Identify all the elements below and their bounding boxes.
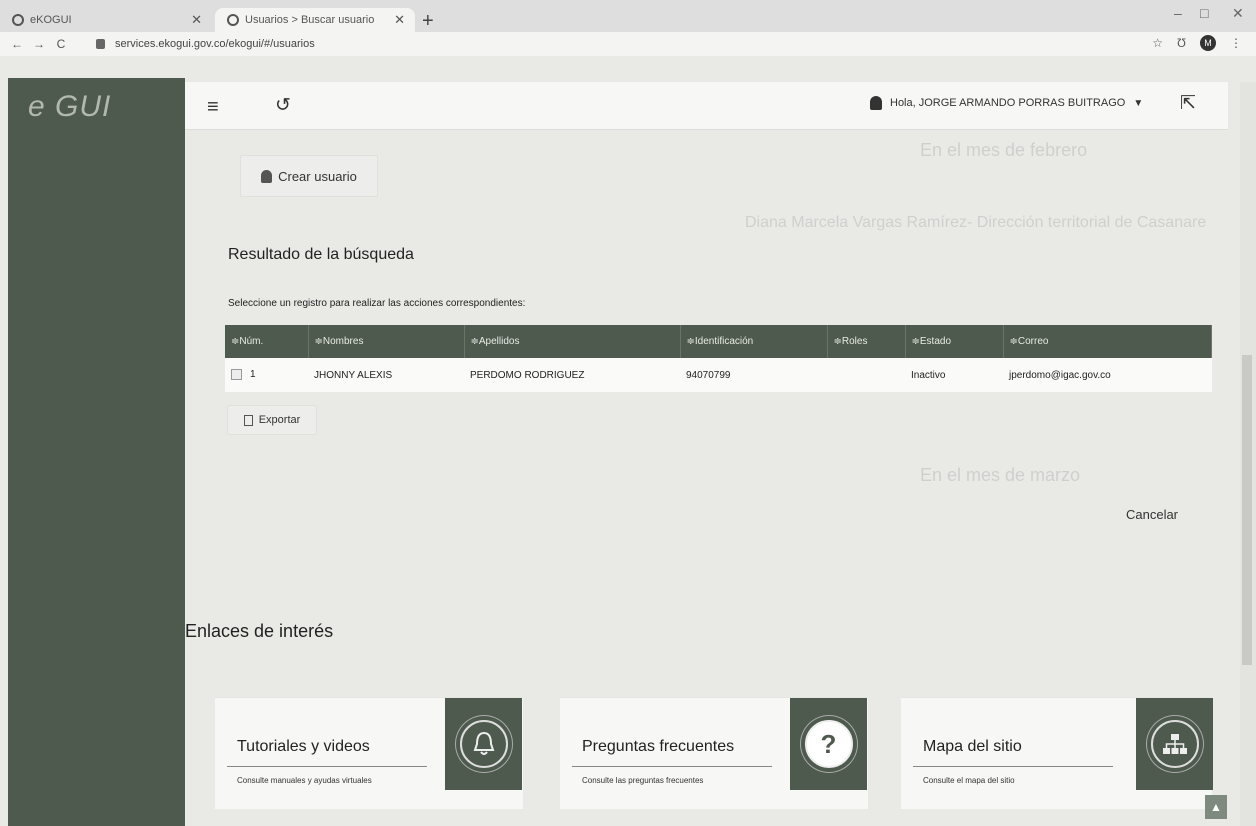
results-table: ≑Núm. ≑Nombres ≑Apellidos ≑Identificació… xyxy=(225,325,1212,392)
address-bar: ← → C services.ekogui.gov.co/ekogui/#/us… xyxy=(0,32,1256,56)
app-header: ≡ ↺ Hola, JORGE ARMANDO PORRAS BUITRAGO … xyxy=(185,82,1228,130)
profile-avatar[interactable]: M xyxy=(1200,35,1216,51)
question-icon: ? xyxy=(804,720,853,768)
card-divider xyxy=(572,766,772,767)
forward-icon[interactable]: → xyxy=(28,37,50,51)
close-tab-icon[interactable]: ✕ xyxy=(191,12,202,28)
cell-roles xyxy=(827,358,905,392)
results-instruction: Seleccione un registro para realizar las… xyxy=(228,298,526,309)
hamburger-menu-icon[interactable]: ≡ xyxy=(207,96,219,119)
export-button[interactable]: Exportar xyxy=(227,405,317,435)
user-menu[interactable]: Hola, JORGE ARMANDO PORRAS BUITRAGO ▼ xyxy=(870,96,1143,110)
background-text: En el mes de febrero xyxy=(920,140,1088,160)
minimize-icon[interactable]: – xyxy=(1174,5,1182,21)
close-tab-icon[interactable]: ✕ xyxy=(394,12,405,28)
create-user-label: Crear usuario xyxy=(278,168,357,184)
document-icon xyxy=(243,414,253,426)
browser-tab-usuarios[interactable]: Usuarios > Buscar usuario ✕ xyxy=(215,8,415,32)
card-description: Consulte manuales y ayudas virtuales xyxy=(237,776,372,785)
maximize-icon[interactable]: □ xyxy=(1200,5,1208,21)
column-header-identificacion[interactable]: ≑Identificación xyxy=(680,325,828,358)
card-icon-tile[interactable]: ? xyxy=(790,698,867,790)
card-title: Preguntas frecuentes xyxy=(582,738,735,755)
cell-identificacion: 94070799 xyxy=(680,358,827,392)
url-field[interactable]: services.ekogui.gov.co/ekogui/#/usuarios xyxy=(115,38,315,50)
link-card-preguntas[interactable]: Preguntas frecuentes Consulte las pregun… xyxy=(560,697,868,809)
card-icon-tile[interactable] xyxy=(445,698,522,790)
card-icon-tile[interactable] xyxy=(1136,698,1213,790)
card-description: Consulte el mapa del sitio xyxy=(923,776,1015,785)
app-logo: e GUI xyxy=(28,90,112,123)
column-header-roles[interactable]: ≑Roles xyxy=(827,325,906,358)
column-header-correo[interactable]: ≑Correo xyxy=(1003,325,1212,358)
more-menu-icon[interactable]: ⋮ xyxy=(1230,36,1242,50)
globe-icon xyxy=(12,14,24,26)
sidebar: e GUI xyxy=(8,78,185,826)
extension-icon[interactable]: Ʊ xyxy=(1177,36,1186,50)
cell-nombres: JHONNY ALEXIS xyxy=(308,358,464,392)
bell-icon xyxy=(459,720,508,768)
cell-apellidos: PERDOMO RODRIGUEZ xyxy=(464,358,680,392)
scrollbar-thumb[interactable] xyxy=(1242,355,1252,665)
results-heading: Resultado de la búsqueda xyxy=(228,246,414,263)
star-icon[interactable]: ☆ xyxy=(1152,36,1163,50)
table-header-row: ≑Núm. ≑Nombres ≑Apellidos ≑Identificació… xyxy=(225,325,1212,358)
column-header-num[interactable]: ≑Núm. xyxy=(225,325,309,358)
scroll-to-top-button[interactable]: ▲ xyxy=(1205,795,1227,819)
reload-icon[interactable]: C xyxy=(50,37,72,51)
create-user-button[interactable]: Crear usuario xyxy=(240,155,378,197)
new-tab-button[interactable]: + xyxy=(422,10,434,33)
chevron-up-icon: ▲ xyxy=(1210,800,1222,814)
table-row[interactable]: 1 JHONNY ALEXIS PERDOMO RODRIGUEZ 940707… xyxy=(225,358,1212,392)
cell-estado: Inactivo xyxy=(905,358,1003,392)
links-heading: Enlaces de interés xyxy=(185,621,334,641)
chevron-down-icon: ▼ xyxy=(1133,97,1144,109)
card-divider xyxy=(913,766,1113,767)
page-scrollbar[interactable] xyxy=(1240,82,1256,826)
browser-tab-strip: eKOGUI ✕ Usuarios > Buscar usuario ✕ + –… xyxy=(0,0,1256,32)
history-icon[interactable]: ↺ xyxy=(275,94,291,117)
card-divider xyxy=(227,766,427,767)
user-icon xyxy=(261,169,273,183)
back-icon[interactable]: ← xyxy=(6,37,28,51)
card-title: Tutoriales y videos xyxy=(237,738,370,755)
cell-correo: jperdomo@igac.gov.co xyxy=(1003,358,1212,392)
background-text: En el mes de marzo xyxy=(920,465,1081,485)
lock-icon xyxy=(96,39,105,49)
browser-tab-ekogui[interactable]: eKOGUI ✕ xyxy=(12,8,212,32)
link-card-mapa[interactable]: Mapa del sitio Consulte el mapa del siti… xyxy=(901,697,1213,809)
sitemap-icon xyxy=(1150,720,1199,768)
column-header-nombres[interactable]: ≑Nombres xyxy=(308,325,465,358)
row-checkbox[interactable] xyxy=(231,369,242,381)
link-card-tutoriales[interactable]: Tutoriales y videos Consulte manuales y … xyxy=(215,697,523,809)
browser-tab-title: eKOGUI xyxy=(30,14,72,26)
row-number: 1 xyxy=(250,369,256,381)
column-header-apellidos[interactable]: ≑Apellidos xyxy=(464,325,681,358)
external-link-icon[interactable]: ⇱ xyxy=(1180,92,1196,115)
column-header-estado[interactable]: ≑Estado xyxy=(905,325,1004,358)
cancel-button[interactable]: Cancelar xyxy=(1108,494,1196,534)
user-icon xyxy=(870,96,882,110)
window-close-icon[interactable]: ✕ xyxy=(1232,5,1244,22)
export-label: Exportar xyxy=(258,414,301,426)
browser-tab-title: Usuarios > Buscar usuario xyxy=(245,14,375,26)
main-content: En el mes de febrero Diana Marcela Varga… xyxy=(185,130,1228,826)
card-description: Consulte las preguntas frecuentes xyxy=(582,776,704,785)
background-text: Diana Marcela Vargas Ramírez- Dirección … xyxy=(745,214,1207,231)
user-greeting: Hola, JORGE ARMANDO PORRAS BUITRAGO xyxy=(890,97,1126,109)
card-title: Mapa del sitio xyxy=(923,738,1022,755)
globe-icon xyxy=(227,14,239,26)
cell-num: 1 xyxy=(225,358,308,392)
